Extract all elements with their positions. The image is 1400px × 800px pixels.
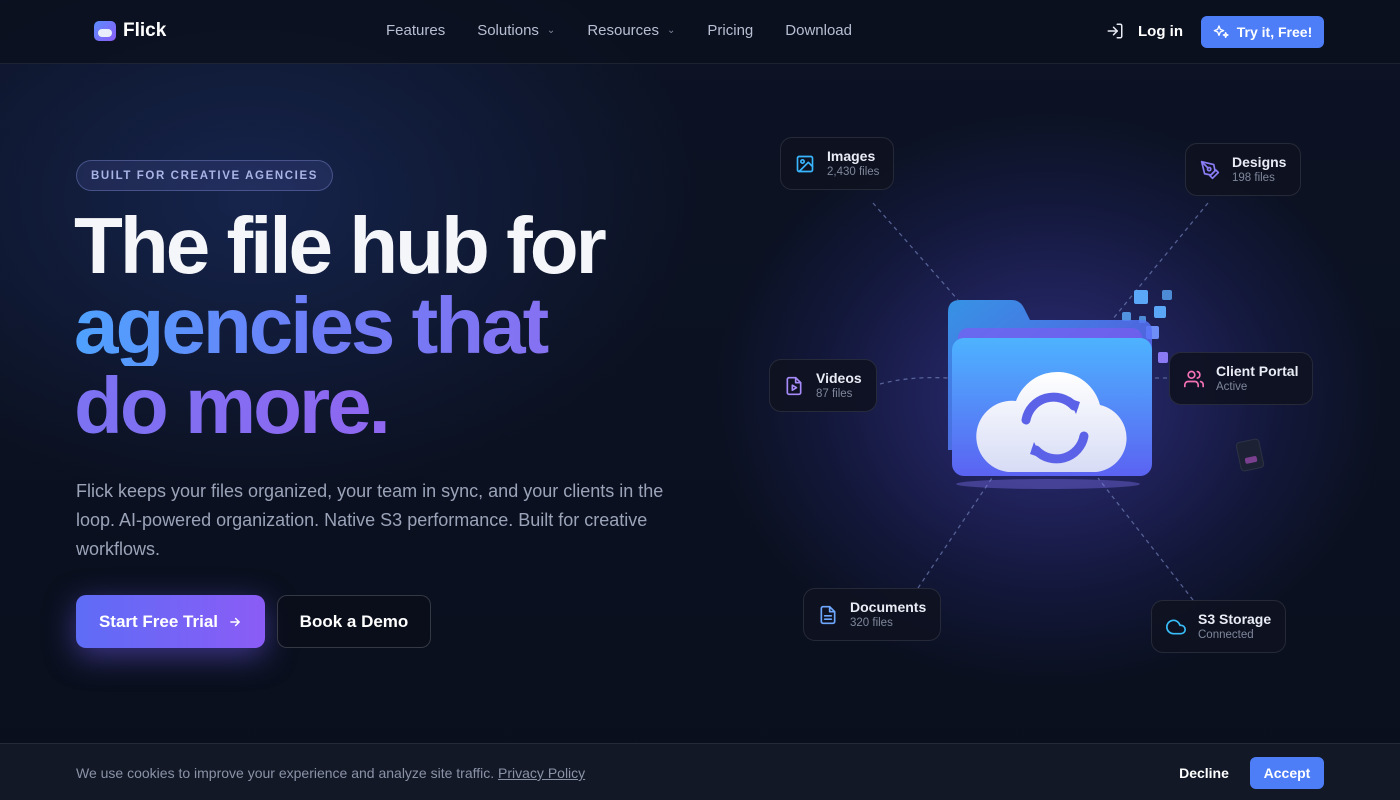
users-icon (1184, 370, 1204, 387)
privacy-policy-link[interactable]: Privacy Policy (498, 765, 585, 781)
node-subtitle: 87 files (816, 388, 853, 400)
image-icon (796, 155, 814, 172)
node-videos[interactable]: Videos 87 files (769, 359, 877, 412)
node-subtitle: 320 files (850, 617, 893, 629)
node-title: Client Portal (1216, 363, 1299, 379)
cloud-sync-folder-illustration (948, 300, 1152, 489)
node-title: Designs (1232, 154, 1287, 170)
node-title: S3 Storage (1198, 611, 1272, 627)
decline-cookies-button[interactable]: Decline (1170, 757, 1238, 789)
video-file-icon (786, 376, 802, 395)
cookie-text: We use cookies to improve your experienc… (76, 765, 495, 781)
node-client-portal[interactable]: Client Portal Active (1169, 352, 1314, 405)
cookie-banner: We use cookies to improve your experienc… (0, 743, 1400, 800)
node-s3-storage[interactable]: S3 Storage Connected (1151, 600, 1287, 653)
node-title: Documents (850, 599, 927, 615)
node-title: Videos (816, 370, 862, 386)
document-icon (820, 605, 836, 624)
node-subtitle: 198 files (1232, 172, 1275, 184)
node-subtitle: 2,430 files (827, 166, 880, 178)
node-subtitle: Active (1216, 381, 1248, 393)
cookie-message: We use cookies to improve your experienc… (76, 765, 585, 781)
node-subtitle: Connected (1198, 629, 1254, 641)
accept-cookies-button[interactable]: Accept (1250, 757, 1324, 789)
node-designs[interactable]: Designs 198 files (1185, 143, 1302, 196)
node-documents[interactable]: Documents 320 files (803, 588, 942, 641)
pen-tool-icon (1200, 160, 1220, 179)
cloud-icon (1166, 619, 1186, 634)
node-title: Images (827, 148, 876, 164)
node-images[interactable]: Images 2,430 files (780, 137, 895, 190)
